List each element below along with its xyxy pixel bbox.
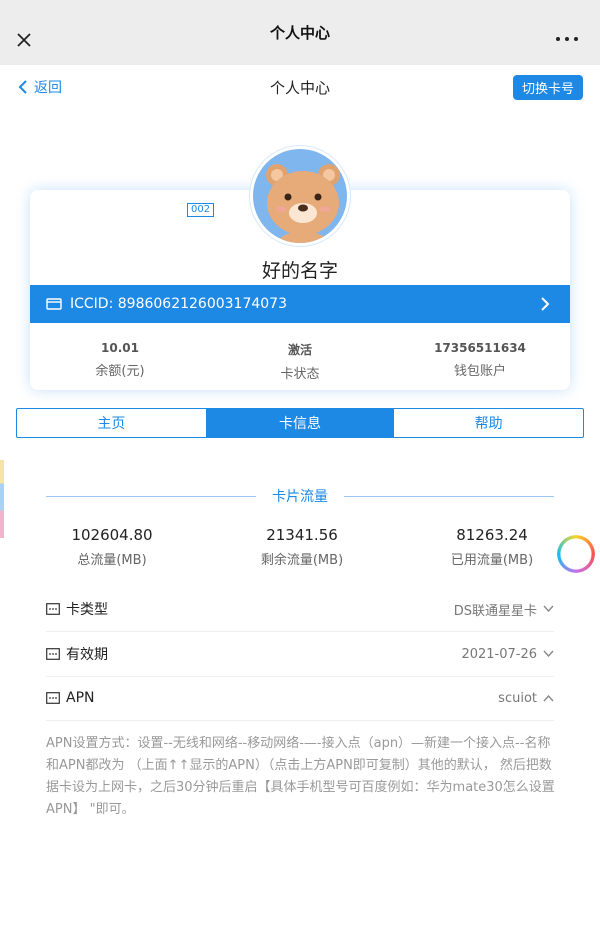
row-apn[interactable]: APN scuiot	[46, 686, 554, 710]
switch-card-button[interactable]: 切换卡号	[512, 75, 583, 100]
apn-value[interactable]: scuiot	[498, 691, 537, 706]
avatar	[250, 146, 350, 246]
flow-value: 102604.80	[71, 526, 153, 544]
stat-label: 余额(元)	[95, 364, 145, 379]
stat-card-status: 激活 卡状态	[210, 341, 390, 382]
flow-label: 剩余流量(MB)	[260, 553, 344, 568]
flow-used: 81263.24 已用流量(MB)	[397, 526, 587, 568]
id-badge: 002	[187, 203, 215, 217]
row-divider	[46, 676, 554, 677]
tab-help[interactable]: 帮助	[394, 409, 583, 437]
flow-value: 21341.56	[266, 526, 338, 544]
row-value: 2021-07-26	[461, 647, 554, 662]
chevron-right-icon	[541, 297, 550, 311]
flow-stats: 102604.80 总流量(MB) 21341.56 剩余流量(MB) 8126…	[0, 526, 600, 568]
row-value: DS联通星星卡	[454, 600, 554, 619]
browser-title: 个人中心	[269, 24, 330, 42]
stat-wallet: 17356511634 钱包账户	[390, 341, 570, 382]
message-box-icon	[46, 603, 60, 615]
row-label: 有效期	[66, 647, 108, 663]
row-label: APN	[66, 690, 95, 706]
stat-balance: 10.01 余额(元)	[30, 341, 210, 382]
divider-line	[344, 495, 554, 497]
stat-label: 钱包账户	[453, 364, 506, 379]
tab-card-info[interactable]: 卡信息	[205, 409, 395, 437]
iccid-text: ICCID: 8986062126003174073	[70, 296, 287, 312]
page-title: 个人中心	[269, 79, 330, 97]
divider-line	[46, 495, 256, 497]
validity-value: 2021-07-26	[461, 646, 537, 662]
message-box-icon	[46, 692, 60, 704]
row-divider	[46, 631, 554, 632]
apn-help-text: APN设置方式：设置--无线和网络--移动网络-—-接入点（apn）—新建一个接…	[46, 736, 555, 817]
message-box-icon	[46, 648, 60, 660]
card-type-value: DS联通星星卡	[453, 603, 537, 619]
flow-total: 102604.80 总流量(MB)	[17, 526, 207, 568]
card-icon	[46, 298, 62, 310]
flow-label: 已用流量(MB)	[450, 553, 534, 568]
user-name: 好的名字	[261, 260, 338, 282]
stat-value: 17356511634	[434, 341, 526, 355]
chevron-down-icon	[543, 605, 554, 613]
stat-value: 10.01	[101, 341, 139, 355]
stat-value: 激活	[287, 343, 312, 357]
iccid-bar[interactable]: ICCID: 8986062126003174073	[30, 285, 570, 323]
row-value: scuiot	[498, 691, 554, 706]
tab-home[interactable]: 主页	[17, 409, 206, 437]
stat-label: 卡状态	[280, 367, 320, 382]
section-header: 卡片流量	[46, 486, 554, 506]
browser-top-bar: 个人中心	[0, 0, 600, 65]
row-validity[interactable]: 有效期 2021-07-26	[46, 642, 554, 666]
nav-bar: 返回 个人中心 切换卡号	[0, 65, 600, 109]
flow-label: 总流量(MB)	[77, 553, 147, 568]
chevron-down-icon	[543, 650, 554, 658]
tab-bar: 主页 卡信息 帮助	[16, 408, 584, 438]
flow-remaining: 21341.56 剩余流量(MB)	[207, 526, 397, 568]
flow-value: 81263.24	[456, 526, 528, 544]
row-card-type[interactable]: 卡类型 DS联通星星卡	[46, 597, 554, 621]
chevron-up-icon	[543, 694, 554, 702]
card-stats: 10.01 余额(元) 激活 卡状态 17356511634 钱包账户	[30, 341, 570, 382]
close-icon[interactable]	[14, 30, 34, 50]
section-title: 卡片流量	[272, 489, 328, 505]
row-label: 卡类型	[66, 602, 108, 618]
row-divider	[46, 720, 554, 721]
more-icon[interactable]	[556, 36, 578, 42]
